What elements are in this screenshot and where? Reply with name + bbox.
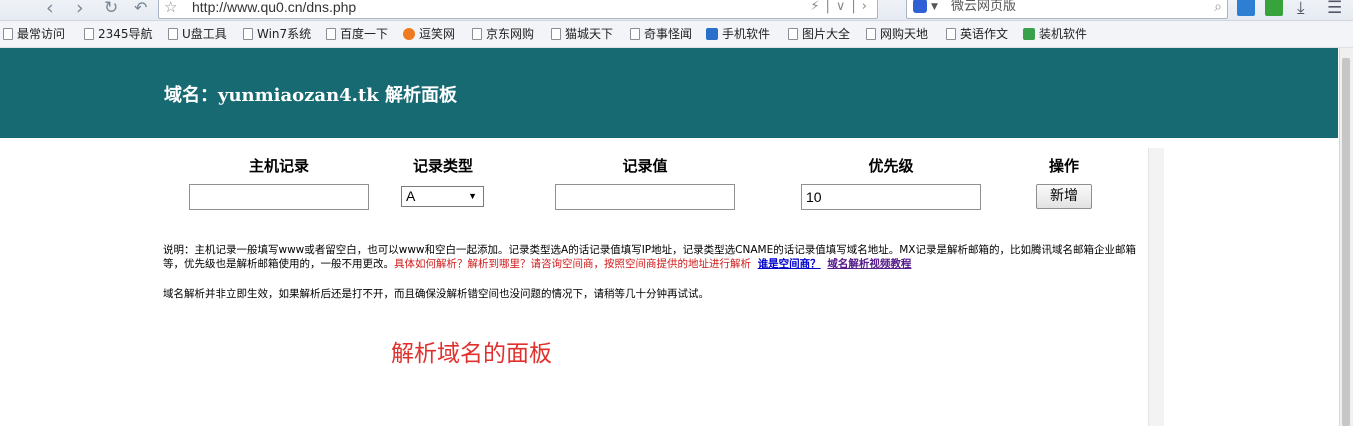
bookmark-label: 图片大全 (802, 27, 851, 41)
hosting-provider-link[interactable]: 谁是空间商？ (758, 258, 821, 270)
bookmarks-bar: 最常访问 2345导航 U盘工具 Win7系统 百度一下 逗笑网 京东网购 猫城… (0, 21, 1353, 48)
bookmark-label: Win7系统 (257, 27, 312, 41)
bookmark-label: 网购天地 (880, 27, 929, 41)
bookmark-maocheng[interactable]: 猫城天下 (551, 21, 613, 47)
video-tutorial-link[interactable]: 域名解析视频教程 (827, 258, 911, 270)
header-banner: 域名：yunmiaozan4.tk 解析面板 (0, 48, 1338, 138)
plugin-icon[interactable] (1265, 0, 1283, 16)
scrollbar-thumb[interactable] (1342, 58, 1350, 426)
bookmark-label: 奇事怪闻 (644, 27, 693, 41)
forward-icon[interactable]: › (76, 0, 84, 18)
propagation-notice: 域名解析并非立即生效，如果解析后还是打不开，而且确保没解析错空间也没问题的情况下… (163, 288, 709, 300)
dropdown-arrow-icon[interactable]: ▼ (468, 187, 477, 206)
record-type-select[interactable]: A ▼ (401, 186, 484, 207)
bookmark-label: 逗笑网 (419, 27, 456, 41)
bookmark-label: 装机软件 (1039, 27, 1088, 41)
annotation-label: 解析域名的面板 (391, 341, 552, 367)
search-input[interactable]: 微云网页版 (951, 0, 1016, 16)
address-bar-controls[interactable]: ⚡|∨|› (810, 0, 873, 16)
extension-icon[interactable] (1237, 0, 1255, 16)
download-icon[interactable]: ⤓ (1297, 0, 1305, 18)
column-host: 主机记录 (248, 157, 310, 175)
page-icon (84, 28, 94, 40)
undo-icon[interactable]: ↶ (134, 0, 147, 18)
bookmark-shopping[interactable]: 网购天地 (866, 21, 928, 47)
content-scrollbar[interactable] (1148, 148, 1164, 426)
bookmark-install-software[interactable]: 装机软件 (1023, 21, 1087, 47)
page-icon (551, 28, 561, 40)
bookmark-label: 手机软件 (722, 27, 771, 41)
help-text: 说明：主机记录一般填写www或者留空白，也可以www和空白一起添加。记录类型选A… (163, 243, 1148, 271)
bookmark-mobile-software[interactable]: 手机软件 (706, 21, 770, 47)
bookmark-qishi[interactable]: 奇事怪闻 (630, 21, 692, 47)
page-icon (946, 28, 956, 40)
bookmark-2345[interactable]: 2345导航 (84, 21, 153, 47)
column-value: 记录值 (622, 157, 668, 175)
page-icon (243, 28, 253, 40)
bookmark-label: 英语作文 (960, 27, 1009, 41)
refresh-icon[interactable]: ↻ (104, 0, 118, 18)
search-box[interactable]: ▼ 微云网页版 ⌕ (906, 0, 1228, 19)
page-icon (472, 28, 482, 40)
add-button[interactable]: 新增 (1036, 184, 1092, 209)
column-priority: 优先级 (868, 157, 914, 175)
page-icon (3, 28, 13, 40)
browser-toolbar: ‹ › ↻ ↶ ☆ http://www.qu0.cn/dns.php ⚡|∨|… (0, 0, 1353, 21)
address-bar[interactable]: ☆ http://www.qu0.cn/dns.php ⚡|∨|› (158, 0, 878, 19)
record-value-input[interactable] (555, 184, 735, 210)
chevron-down-icon[interactable]: ▼ (931, 0, 938, 16)
bookmark-label: 百度一下 (340, 27, 389, 41)
record-type-value: A (406, 188, 416, 204)
star-icon[interactable]: ☆ (164, 0, 177, 16)
search-icon[interactable]: ⌕ (1214, 0, 1222, 16)
help-warning: 具体如何解析？解析到哪里？请咨询空间商，按照空间商提供的地址进行解析 (394, 258, 751, 270)
bookmark-label: 2345导航 (98, 27, 153, 41)
back-icon[interactable]: ‹ (46, 0, 54, 18)
page-icon (630, 28, 640, 40)
priority-input[interactable] (801, 184, 981, 210)
url-text[interactable]: http://www.qu0.cn/dns.php (192, 0, 356, 16)
host-record-input[interactable] (189, 184, 369, 210)
bookmark-label: 猫城天下 (565, 27, 614, 41)
baidu-icon[interactable] (913, 0, 927, 13)
bookmark-usb-tools[interactable]: U盘工具 (168, 21, 227, 47)
bookmark-douxiao[interactable]: 逗笑网 (403, 21, 455, 47)
page-icon (168, 28, 178, 40)
bookmark-label: U盘工具 (182, 27, 227, 41)
bookmark-win7[interactable]: Win7系统 (243, 21, 311, 47)
page-icon (866, 28, 876, 40)
bookmark-english[interactable]: 英语作文 (946, 21, 1008, 47)
bookmark-label: 京东网购 (486, 27, 535, 41)
page-icon (788, 28, 798, 40)
bookmark-label: 最常访问 (17, 27, 66, 41)
menu-icon[interactable]: ☰ (1327, 0, 1342, 18)
page-icon (326, 28, 336, 40)
column-type: 记录类型 (412, 157, 474, 175)
bookmark-jd[interactable]: 京东网购 (472, 21, 534, 47)
bookmark-baidu[interactable]: 百度一下 (326, 21, 388, 47)
bookmark-most-visited[interactable]: 最常访问 (3, 21, 65, 47)
column-action: 操作 (1048, 157, 1080, 175)
app-icon (706, 28, 718, 40)
app-icon (1023, 28, 1035, 40)
bookmark-pictures[interactable]: 图片大全 (788, 21, 850, 47)
page-title: 域名：yunmiaozan4.tk 解析面板 (164, 85, 458, 106)
smiley-icon (403, 28, 415, 40)
